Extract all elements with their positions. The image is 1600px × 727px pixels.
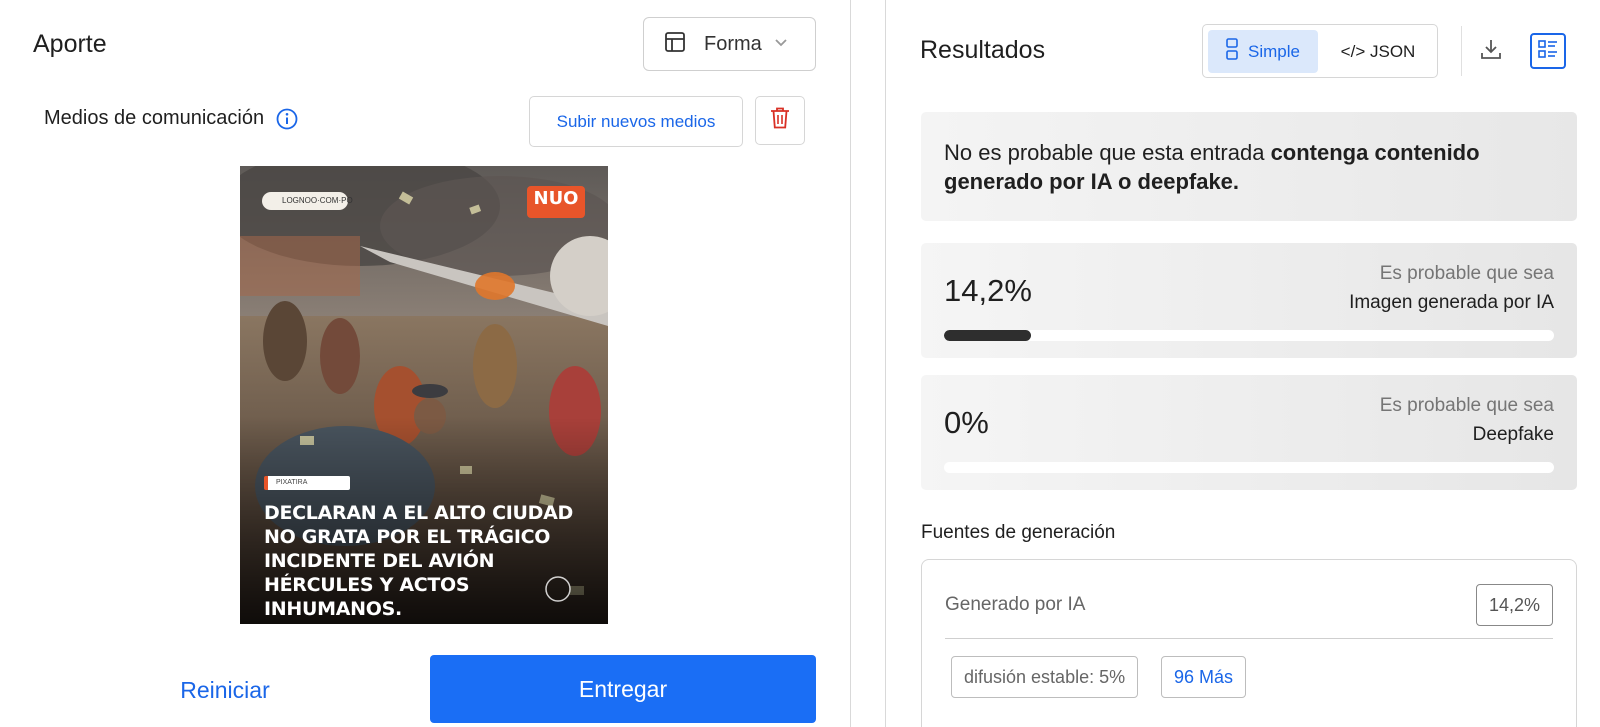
results-panel-title: Resultados [920, 36, 1046, 64]
input-panel-title: Aporte [33, 30, 107, 58]
panel-divider [850, 0, 851, 727]
download-icon [1479, 37, 1503, 66]
chevron-down-icon [774, 35, 788, 53]
media-logo: NUO [527, 186, 585, 218]
source-label: Generado por IA [945, 594, 1086, 615]
upload-media-button[interactable]: Subir nuevos medios [529, 96, 743, 147]
media-logo-text: NUO [533, 188, 579, 209]
details-view-button[interactable] [1530, 33, 1566, 69]
list-details-icon [1537, 38, 1559, 65]
media-label-text: Medios de comunicación [44, 107, 265, 129]
view-toggle: Simple </> JSON [1202, 24, 1438, 78]
sources-title: Fuentes de generación [921, 522, 1116, 543]
format-select[interactable]: Forma [643, 17, 816, 71]
score-progress-track [944, 330, 1554, 341]
score-likely-label: Es probable que sea [1379, 263, 1554, 284]
format-select-value: Forma [704, 32, 762, 55]
source-chip: difusión estable: 5% [951, 656, 1139, 698]
results-panel: Resultados Simple </> JSON No es probabl… [886, 0, 1600, 727]
media-caption: DECLARAN A EL ALTO CIUDAD NO GRATA POR E… [264, 502, 573, 620]
toolbar-separator [1461, 26, 1462, 76]
more-sources-button[interactable]: 96 Más [1161, 656, 1247, 698]
download-button[interactable] [1474, 34, 1508, 68]
delete-media-button[interactable] [755, 96, 805, 145]
layout-icon [664, 31, 686, 58]
score-value: 0% [944, 405, 989, 440]
simple-view-icon [1226, 38, 1248, 65]
source-percent-badge: 14,2% [1475, 584, 1553, 626]
reset-button[interactable]: Reiniciar [150, 655, 300, 725]
trash-icon [769, 106, 791, 135]
score-type-label: Imagen generada por IA [1349, 292, 1554, 313]
input-panel: Aporte Forma Medios de comunicación Subi… [0, 0, 850, 727]
view-json-tab[interactable]: </> JSON [1325, 30, 1431, 73]
score-card-deepfake: 0% Es probable que sea Deepfake [921, 375, 1577, 490]
summary-card: No es probable que esta entrada contenga… [921, 112, 1577, 221]
score-progress-track [944, 462, 1554, 473]
summary-prefix: No es probable que esta entrada [944, 140, 1271, 165]
score-progress-fill [944, 330, 1031, 341]
score-likely-label: Es probable que sea [1379, 395, 1554, 416]
view-simple-tab[interactable]: Simple [1208, 30, 1318, 73]
source-divider [945, 638, 1553, 639]
info-icon[interactable] [276, 108, 298, 130]
score-value: 14,2% [944, 273, 1032, 308]
media-section-label: Medios de comunicación [44, 107, 298, 130]
sources-card: Generado por IA 14,2% difusión estable: … [921, 559, 1577, 727]
score-type-label: Deepfake [1472, 424, 1554, 445]
media-brand-badge: LOGNOO·COM·PO [262, 192, 353, 210]
media-preview-image: LOGNOO·COM·PO NUO PIXATIRA DECLARAN A EL… [240, 166, 608, 624]
media-tag: PIXATIRA [264, 476, 350, 490]
view-simple-label: Simple [1248, 41, 1300, 61]
submit-button[interactable]: Entregar [430, 655, 816, 723]
score-card-ai-image: 14,2% Es probable que sea Imagen generad… [921, 243, 1577, 358]
